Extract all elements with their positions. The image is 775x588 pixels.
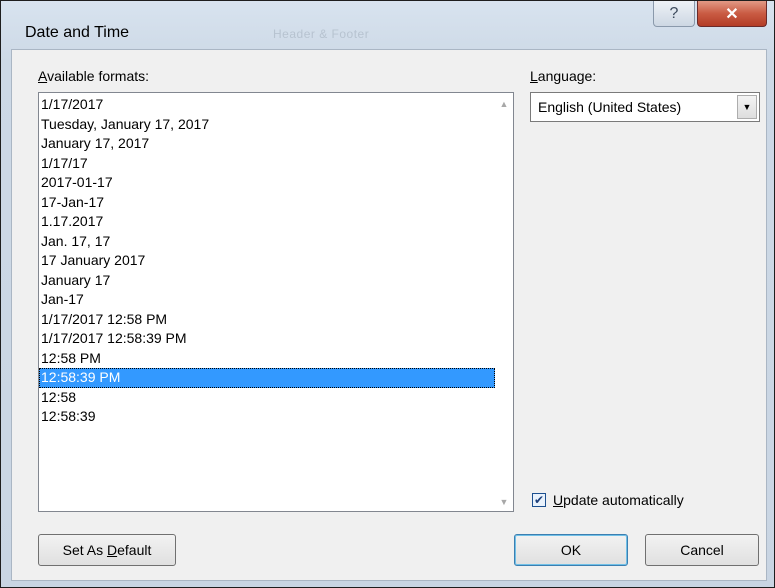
format-list-item[interactable]: 1/17/2017 bbox=[39, 95, 495, 115]
ok-button[interactable]: OK bbox=[514, 534, 628, 566]
format-list-item[interactable]: 1/17/17 bbox=[39, 154, 495, 174]
format-list-item[interactable]: January 17 bbox=[39, 271, 495, 291]
set-as-default-button[interactable]: Set As Default bbox=[38, 534, 176, 566]
checkmark-icon: ✔ bbox=[533, 493, 545, 507]
available-formats-label: Available formats: bbox=[38, 68, 150, 84]
update-automatically-checkbox[interactable]: ✔ bbox=[532, 493, 546, 507]
title-bar[interactable]: Date and Time Header & Footer ? ✕ bbox=[1, 1, 775, 49]
help-button[interactable]: ? bbox=[653, 1, 695, 27]
chevron-down-icon[interactable]: ▼ bbox=[737, 95, 757, 119]
language-label: Language: bbox=[530, 68, 597, 84]
language-value: English (United States) bbox=[538, 99, 682, 115]
format-list-item[interactable]: 12:58:39 bbox=[39, 407, 495, 427]
dialog-window: Date and Time Header & Footer ? ✕ Availa… bbox=[0, 0, 775, 588]
update-automatically-label: Update automatically bbox=[553, 492, 684, 508]
language-dropdown[interactable]: English (United States) ▼ bbox=[530, 92, 760, 122]
format-list-item[interactable]: 12:58 PM bbox=[39, 349, 495, 369]
format-list-item[interactable]: Jan-17 bbox=[39, 290, 495, 310]
dialog-body: Available formats: 1/17/2017 Tuesday, Jan… bbox=[11, 49, 767, 581]
background-window-title: Header & Footer bbox=[273, 27, 370, 41]
dialog-title: Date and Time bbox=[25, 24, 130, 41]
formats-list: 1/17/2017 Tuesday, January 17, 2017 Januar… bbox=[39, 95, 495, 427]
format-list-item[interactable]: 1/17/2017 12:58 PM bbox=[39, 310, 495, 330]
formats-listbox[interactable]: 1/17/2017 Tuesday, January 17, 2017 Januar… bbox=[38, 92, 514, 512]
close-button[interactable]: ✕ bbox=[697, 1, 767, 27]
format-list-item[interactable]: 17 January 2017 bbox=[39, 251, 495, 271]
format-list-item[interactable]: Jan. 17, 17 bbox=[39, 232, 495, 252]
format-list-item[interactable]: 1.17.2017 bbox=[39, 212, 495, 232]
update-automatically-option[interactable]: ✔ Update automatically bbox=[532, 490, 684, 510]
scroll-down-arrow-icon[interactable]: ▼ bbox=[495, 493, 513, 511]
close-icon: ✕ bbox=[725, 5, 739, 23]
format-list-item[interactable]: 1/17/2017 12:58:39 PM bbox=[39, 329, 495, 349]
format-list-item[interactable]: January 17, 2017 bbox=[39, 134, 495, 154]
format-list-item[interactable]: Tuesday, January 17, 2017 bbox=[39, 115, 495, 135]
format-list-item[interactable]: 17-Jan-17 bbox=[39, 193, 495, 213]
format-list-item[interactable]: 12:58:39 PM bbox=[39, 368, 495, 388]
scroll-up-arrow-icon[interactable]: ▲ bbox=[495, 95, 513, 113]
cancel-button[interactable]: Cancel bbox=[645, 534, 759, 566]
listbox-scrollbar[interactable]: ▲ ▼ bbox=[495, 93, 513, 511]
format-list-item[interactable]: 12:58 bbox=[39, 388, 495, 408]
format-list-item[interactable]: 2017-01-17 bbox=[39, 173, 495, 193]
